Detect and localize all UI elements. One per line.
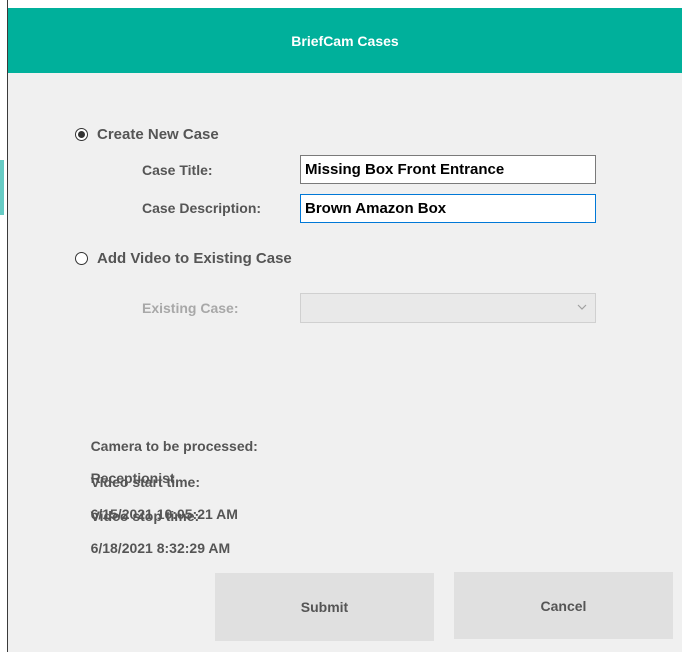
stop-time-label: Video stop time: — [90, 508, 200, 524]
create-new-case-option[interactable]: Create New Case — [75, 126, 219, 143]
stop-time-value: 6/18/2021 8:32:29 AM — [90, 540, 231, 556]
background-accent — [0, 160, 4, 215]
submit-button[interactable]: Submit — [215, 573, 434, 641]
case-title-label: Case Title: — [142, 162, 213, 178]
briefcam-cases-dialog: BriefCam Cases Create New Case Case Titl… — [8, 8, 682, 652]
case-title-input[interactable] — [300, 155, 596, 184]
case-description-label: Case Description: — [142, 200, 262, 216]
start-time-label: Video start time: — [90, 474, 200, 490]
camera-label: Camera to be processed: — [90, 438, 258, 454]
cancel-button[interactable]: Cancel — [454, 572, 673, 639]
existing-case-dropdown[interactable] — [300, 293, 596, 323]
create-new-case-radio[interactable] — [75, 128, 88, 141]
add-to-existing-case-option[interactable]: Add Video to Existing Case — [75, 250, 292, 267]
dialog-title: BriefCam Cases — [291, 32, 399, 49]
add-to-existing-case-label: Add Video to Existing Case — [97, 250, 292, 267]
add-to-existing-case-radio[interactable] — [75, 252, 88, 265]
chevron-down-icon — [577, 304, 587, 310]
stop-time-info: Video stop time: 6/18/2021 8:32:29 AM — [75, 492, 231, 572]
create-new-case-label: Create New Case — [97, 126, 219, 143]
background-window-edge — [0, 0, 8, 652]
case-description-input[interactable] — [300, 194, 596, 223]
dialog-header: BriefCam Cases — [8, 8, 682, 73]
existing-case-label: Existing Case: — [142, 300, 239, 316]
